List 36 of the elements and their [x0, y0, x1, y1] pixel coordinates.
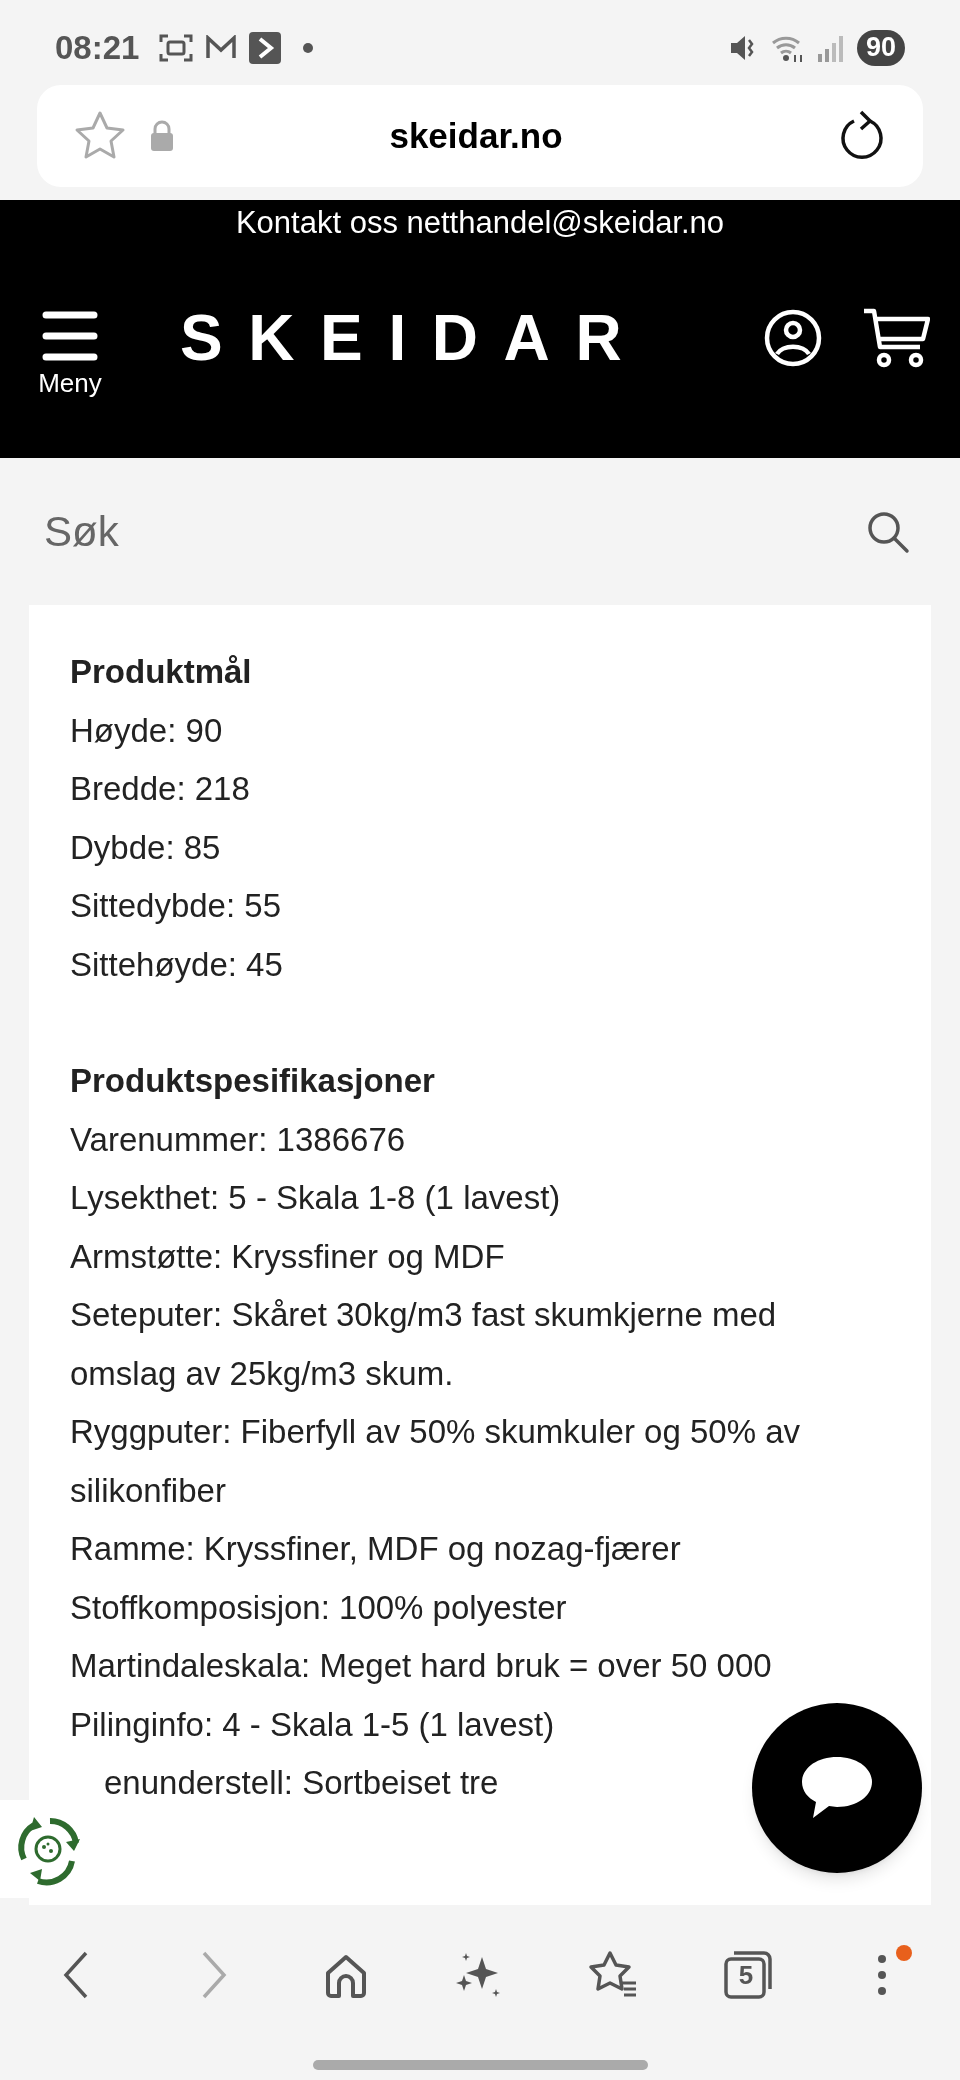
menu-button[interactable]: Meny: [30, 310, 110, 396]
spec-text: Høyde: 90: [70, 710, 223, 751]
section-heading: Produktmål: [70, 652, 253, 692]
spec-text: Seteputer: Skåret 30kg/m3 fast skumkjerne med omslag av 25kg/m3 skum.: [70, 1295, 778, 1394]
site-logo[interactable]: SKEIDAR: [180, 290, 740, 386]
url-text: skeidar.no: [389, 114, 563, 157]
spec-text: Sittedybde: 55: [70, 886, 281, 926]
status-time: 08:21: [55, 27, 140, 68]
spec-text: Bredde: 218: [70, 769, 250, 809]
spec-text: Martindaleskala: Meget hard bruk = over 50 000: [70, 1646, 772, 1686]
spec-text: Pilinginfo: 4 - Skala 1-5 (1 lavest): [70, 1704, 555, 1745]
spec-text: Varenummer: 1386676: [70, 1119, 406, 1160]
account-icon[interactable]: [764, 309, 822, 367]
address-bar[interactable]: skeidar.no: [37, 85, 923, 187]
lock-icon: [149, 120, 175, 152]
spec-text: Sittehøyde: 45: [70, 944, 283, 985]
spec-text: Stoffkomposisjon: 100% polyester: [70, 1587, 567, 1628]
mail-icon: [205, 34, 238, 61]
play-icon: [249, 31, 282, 64]
contact-text: Kontakt oss netthandel@skeidar.no: [234, 204, 726, 242]
cart-icon[interactable]: [862, 307, 930, 369]
dot-icon: [303, 42, 314, 53]
search-field[interactable]: Søk: [44, 500, 866, 563]
spec-text: Ramme: Kryssfiner, MDF og nozag-fjærer: [70, 1529, 681, 1569]
more-icon: [877, 1953, 887, 1997]
spec-text: enunderstell: Sortbeiset tre: [104, 1763, 499, 1803]
spec-text: Ryggputer: Fiberfyll av 50% skumkuler og 50% av silikonfiber: [70, 1412, 801, 1511]
spec-text: Lysekthet: 5 - Skala 1-8 (1 lavest): [70, 1178, 561, 1218]
section-heading: Produktspesifikasjoner: [70, 1061, 436, 1101]
search-icon[interactable]: [866, 509, 910, 554]
tab-count: 5: [737, 1962, 755, 1988]
signal-icon: [816, 33, 845, 62]
battery-indicator: 90: [856, 29, 905, 66]
spec-text: Armstøtte: Kryssfiner og MDF: [70, 1236, 505, 1277]
screenshot-icon: [159, 32, 194, 63]
spec-text: Dybde: 85: [70, 827, 221, 868]
